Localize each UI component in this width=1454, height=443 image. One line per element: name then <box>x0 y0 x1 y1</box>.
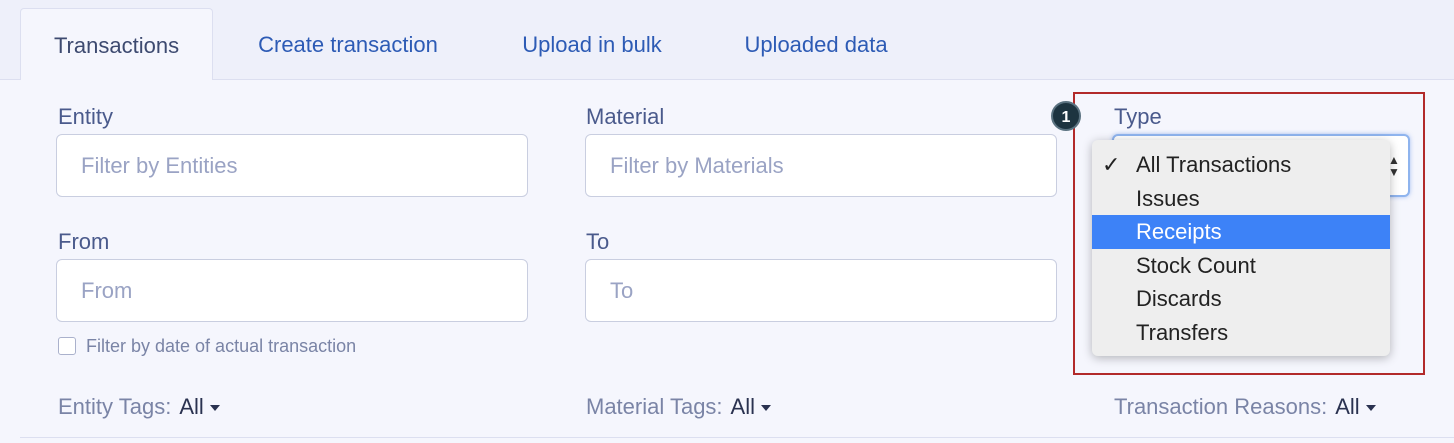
to-label: To <box>586 229 610 254</box>
from-label: From <box>58 229 110 254</box>
transaction-reasons-label: Transaction Reasons: <box>1114 394 1328 419</box>
transaction-reasons-value: All <box>1335 394 1360 419</box>
tab-create-transaction[interactable]: Create transaction <box>228 8 468 81</box>
entity-filter-input[interactable] <box>56 134 528 197</box>
caret-down-icon <box>209 405 220 412</box>
material-tags-filter: Material Tags: All <box>586 394 771 420</box>
material-tags-label: Material Tags: <box>586 394 723 419</box>
entity-label: Entity <box>58 104 114 129</box>
material-label: Material <box>586 104 665 129</box>
entity-tags-dropdown[interactable]: All <box>179 394 220 419</box>
tab-bar: Transactions Create transaction Upload i… <box>0 0 1454 81</box>
from-date-input[interactable] <box>56 259 528 322</box>
entity-tags-filter: Entity Tags: All <box>58 394 220 420</box>
caret-down-icon <box>1365 405 1376 412</box>
material-tags-value: All <box>730 394 755 419</box>
actual-date-checkbox-label: Filter by date of actual transaction <box>86 336 357 356</box>
entity-tags-label: Entity Tags: <box>58 394 172 419</box>
tab-uploaded-data[interactable]: Uploaded data <box>716 8 916 81</box>
material-filter-input[interactable] <box>585 134 1057 197</box>
tab-upload-in-bulk[interactable]: Upload in bulk <box>492 8 692 81</box>
transaction-reasons-dropdown[interactable]: All <box>1335 394 1376 419</box>
annotation-badge: 1 <box>1051 101 1081 131</box>
to-date-input[interactable] <box>585 259 1057 322</box>
transaction-reasons-filter: Transaction Reasons: All <box>1114 394 1376 420</box>
material-tags-dropdown[interactable]: All <box>731 394 771 419</box>
annotation-highlight-box <box>1073 92 1425 375</box>
caret-down-icon <box>761 405 771 412</box>
entity-tags-value: All <box>179 394 204 419</box>
actual-date-checkbox[interactable] <box>58 337 76 355</box>
divider <box>20 437 1454 438</box>
tab-transactions[interactable]: Transactions <box>20 8 213 81</box>
